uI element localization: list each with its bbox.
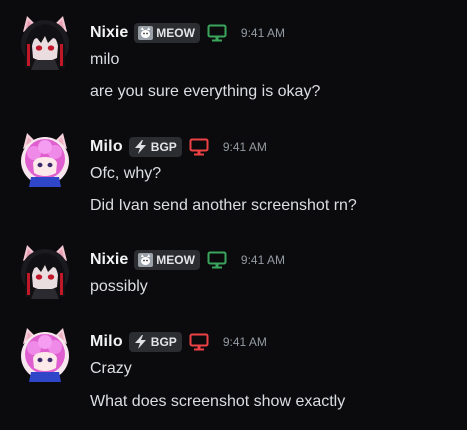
desktop-icon xyxy=(207,251,227,269)
avatar-milo[interactable] xyxy=(17,131,73,187)
author-name[interactable]: Milo xyxy=(90,138,123,156)
desktop-icon xyxy=(189,138,209,156)
cat-icon xyxy=(138,253,154,267)
author-name[interactable]: Nixie xyxy=(90,24,128,42)
avatar-nixie[interactable] xyxy=(17,14,73,70)
message-content: What does screenshot show exactly xyxy=(90,393,346,410)
message-content: Ofc, why? xyxy=(90,165,162,182)
timestamp[interactable]: 9:41 AM xyxy=(241,26,285,40)
author-name[interactable]: Milo xyxy=(90,333,123,351)
timestamp[interactable]: 9:41 AM xyxy=(241,253,285,267)
guild-tag-label: BGP xyxy=(150,335,177,349)
cat-icon xyxy=(138,26,154,40)
message-content: possibly xyxy=(90,278,148,295)
message-header: Nixie MEOW 9:41 AM xyxy=(90,23,285,43)
message-header: Milo BGP 9:41 AM xyxy=(90,137,267,157)
guild-tag[interactable]: BGP xyxy=(128,332,182,352)
guild-tag[interactable]: MEOW xyxy=(134,250,200,270)
lightning-icon xyxy=(133,140,148,154)
message-content: milo xyxy=(90,51,120,68)
guild-tag[interactable]: BGP xyxy=(128,137,182,157)
guild-tag[interactable]: MEOW xyxy=(134,23,200,43)
message-header: Nixie MEOW 9:41 AM xyxy=(90,250,285,270)
author-name[interactable]: Nixie xyxy=(90,251,128,269)
avatar-milo[interactable] xyxy=(17,326,73,382)
message-header: Milo BGP 9:41 AM xyxy=(90,332,267,352)
guild-tag-label: MEOW xyxy=(156,26,195,40)
message-content: Crazy xyxy=(90,360,132,377)
avatar-nixie[interactable] xyxy=(17,243,73,299)
timestamp[interactable]: 9:41 AM xyxy=(223,335,267,349)
chat-log: Nixie MEOW 9:41 AM milo are you sure eve… xyxy=(0,0,467,430)
guild-tag-label: BGP xyxy=(150,140,177,154)
desktop-icon xyxy=(207,24,227,42)
message-content: Did Ivan send another screenshot rn? xyxy=(90,197,357,214)
desktop-icon xyxy=(189,333,209,351)
guild-tag-label: MEOW xyxy=(156,253,195,267)
lightning-icon xyxy=(133,335,148,349)
timestamp[interactable]: 9:41 AM xyxy=(223,140,267,154)
message-content: are you sure everything is okay? xyxy=(90,83,321,100)
